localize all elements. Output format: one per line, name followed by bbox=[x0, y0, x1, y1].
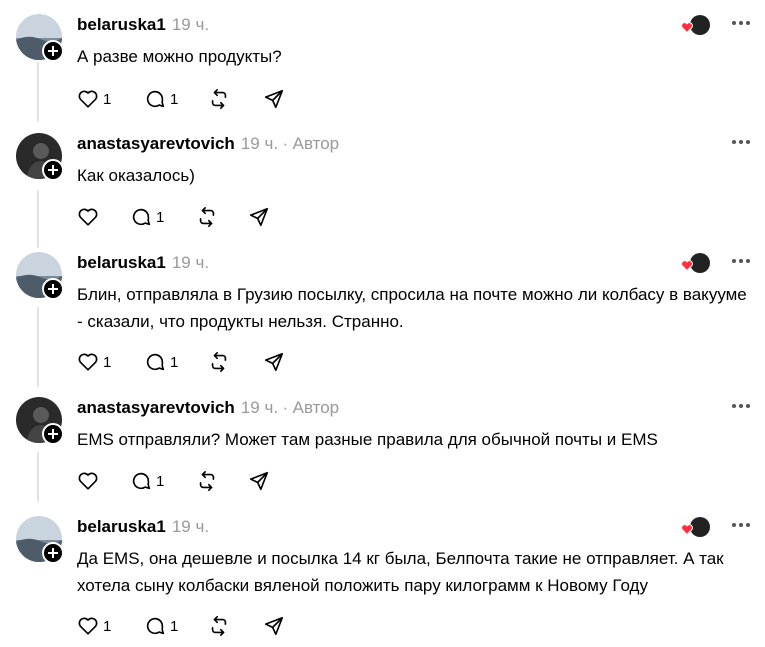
comment-icon bbox=[146, 90, 165, 108]
heart-badge-icon bbox=[681, 22, 693, 33]
like-button[interactable] bbox=[77, 205, 99, 229]
liked-by-author-badge bbox=[681, 253, 711, 275]
reply-button[interactable]: 1 bbox=[144, 614, 178, 638]
heart-badge-icon bbox=[681, 260, 693, 271]
comment-2: anastasyarevtovich 19 ч. · Автор Как оказ… bbox=[0, 133, 765, 233]
separator-dot: · bbox=[282, 134, 289, 153]
comment-icon bbox=[146, 353, 165, 371]
timestamp: 19 ч. bbox=[171, 253, 210, 272]
liked-by-author-badge bbox=[681, 15, 711, 37]
timestamp: 19 ч. bbox=[240, 134, 279, 153]
like-button[interactable]: 1 bbox=[77, 350, 111, 374]
reply-button[interactable]: 1 bbox=[130, 205, 164, 229]
heart-icon bbox=[78, 472, 98, 490]
comment-icon bbox=[132, 472, 151, 490]
comment-3: belaruska1 19 ч. Блин, отправляла в Грузи… bbox=[0, 252, 765, 382]
comment-header: belaruska1 19 ч. bbox=[77, 14, 209, 36]
more-options-button[interactable] bbox=[732, 137, 752, 147]
like-count: 1 bbox=[103, 353, 112, 371]
repost-icon bbox=[211, 352, 227, 372]
reply-count: 1 bbox=[170, 353, 179, 371]
heart-icon bbox=[78, 208, 98, 226]
username[interactable]: anastasyarevtovich bbox=[77, 134, 235, 153]
comment-header: belaruska1 19 ч. bbox=[77, 252, 209, 274]
share-button[interactable] bbox=[263, 614, 285, 638]
comment-text: Как оказалось) bbox=[77, 166, 195, 185]
separator-dot: · bbox=[282, 398, 289, 417]
share-button[interactable] bbox=[248, 205, 270, 229]
comment-text: Блин, отправляла в Грузию посылку, спрос… bbox=[77, 285, 747, 331]
comment-text: EMS отправляли? Может там разные правила… bbox=[77, 430, 658, 449]
like-count: 1 bbox=[103, 617, 112, 635]
reply-count: 1 bbox=[170, 617, 179, 635]
comment-header: anastasyarevtovich 19 ч. · Автор bbox=[77, 133, 339, 155]
username[interactable]: anastasyarevtovich bbox=[77, 398, 235, 417]
username[interactable]: belaruska1 bbox=[77, 15, 166, 34]
comment-header: belaruska1 19 ч. bbox=[77, 516, 209, 538]
repost-icon bbox=[211, 616, 227, 636]
author-mini-avatar bbox=[690, 253, 710, 273]
repost-button[interactable] bbox=[208, 350, 230, 374]
repost-icon bbox=[199, 471, 215, 491]
follow-plus-icon[interactable] bbox=[42, 278, 64, 300]
reply-button[interactable]: 1 bbox=[144, 87, 178, 111]
share-icon bbox=[249, 471, 269, 491]
share-button[interactable] bbox=[248, 469, 270, 493]
author-label: Автор bbox=[292, 134, 340, 153]
comment-icon bbox=[132, 208, 151, 226]
repost-icon bbox=[211, 89, 227, 109]
comment-icon bbox=[146, 617, 165, 635]
share-icon bbox=[249, 207, 269, 227]
share-button[interactable] bbox=[263, 350, 285, 374]
repost-button[interactable] bbox=[196, 469, 218, 493]
comment-4: anastasyarevtovich 19 ч. · Автор EMS отпр… bbox=[0, 397, 765, 497]
more-options-button[interactable] bbox=[732, 520, 752, 530]
heart-badge-icon bbox=[681, 524, 693, 535]
author-label: Автор bbox=[292, 398, 340, 417]
author-mini-avatar bbox=[690, 15, 710, 35]
author-mini-avatar bbox=[690, 517, 710, 537]
share-icon bbox=[264, 89, 284, 109]
username[interactable]: belaruska1 bbox=[77, 517, 166, 536]
more-options-button[interactable] bbox=[732, 18, 752, 28]
heart-icon bbox=[78, 353, 98, 371]
like-button[interactable] bbox=[77, 469, 99, 493]
comment-5: belaruska1 19 ч. Да EMS, она дешевле и по… bbox=[0, 516, 765, 646]
follow-plus-icon[interactable] bbox=[42, 159, 64, 181]
reply-button[interactable]: 1 bbox=[144, 350, 178, 374]
repost-button[interactable] bbox=[196, 205, 218, 229]
heart-icon bbox=[78, 617, 98, 635]
repost-button[interactable] bbox=[208, 87, 230, 111]
comment-1: belaruska1 19 ч. А разве можно продукты? … bbox=[0, 14, 765, 114]
more-options-button[interactable] bbox=[732, 256, 752, 266]
reply-count: 1 bbox=[156, 472, 165, 490]
follow-plus-icon[interactable] bbox=[42, 542, 64, 564]
comment-text: А разве можно продукты? bbox=[77, 47, 282, 66]
timestamp: 19 ч. bbox=[240, 398, 279, 417]
reply-button[interactable]: 1 bbox=[130, 469, 164, 493]
liked-by-author-badge bbox=[681, 517, 711, 539]
heart-icon bbox=[78, 90, 98, 108]
more-options-button[interactable] bbox=[732, 401, 752, 411]
share-button[interactable] bbox=[263, 87, 285, 111]
comment-header: anastasyarevtovich 19 ч. · Автор bbox=[77, 397, 339, 419]
comment-text: Да EMS, она дешевле и посылка 14 кг была… bbox=[77, 549, 724, 595]
follow-plus-icon[interactable] bbox=[42, 423, 64, 445]
repost-icon bbox=[199, 207, 215, 227]
share-icon bbox=[264, 616, 284, 636]
reply-count: 1 bbox=[156, 208, 165, 226]
username[interactable]: belaruska1 bbox=[77, 253, 166, 272]
reply-count: 1 bbox=[170, 90, 179, 108]
like-button[interactable]: 1 bbox=[77, 614, 111, 638]
follow-plus-icon[interactable] bbox=[42, 40, 64, 62]
like-button[interactable]: 1 bbox=[77, 87, 111, 111]
timestamp: 19 ч. bbox=[171, 517, 210, 536]
timestamp: 19 ч. bbox=[171, 15, 210, 34]
share-icon bbox=[264, 352, 284, 372]
like-count: 1 bbox=[103, 90, 112, 108]
repost-button[interactable] bbox=[208, 614, 230, 638]
